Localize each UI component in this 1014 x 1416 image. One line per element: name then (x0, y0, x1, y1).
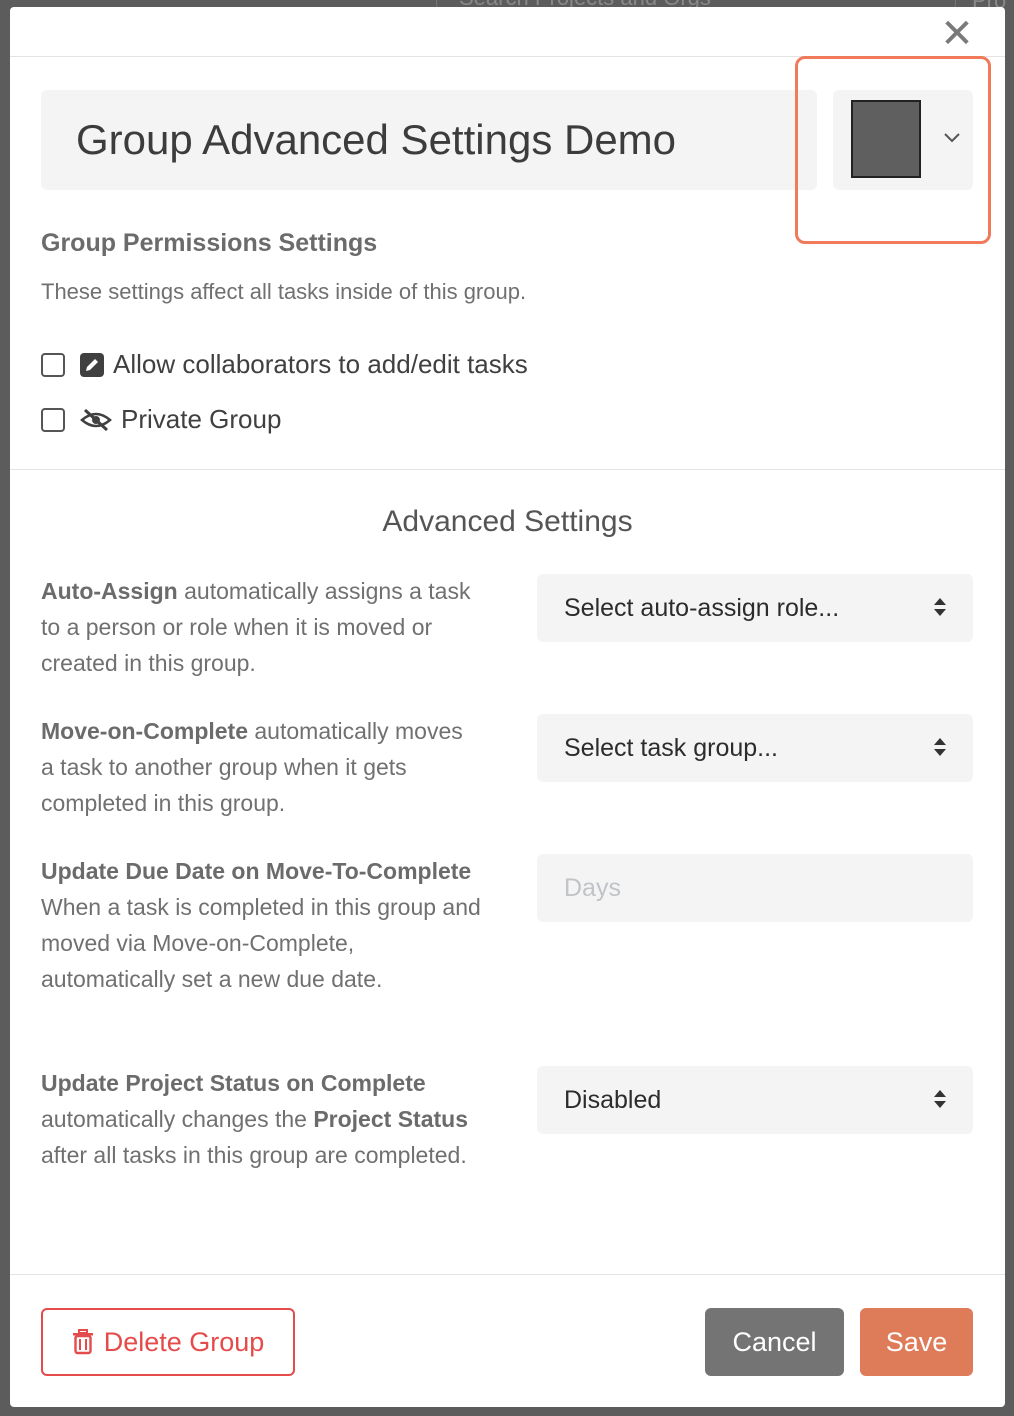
header-divider (10, 56, 1005, 57)
eye-slash-icon (80, 408, 112, 431)
sort-arrows-icon (934, 598, 946, 616)
permissions-title: Group Permissions Settings (41, 229, 378, 257)
section-divider (10, 469, 1005, 470)
project-status-label: Project Status (313, 1106, 468, 1132)
update-due-date-label: Update Due Date on Move-To-Complete (41, 858, 472, 884)
allow-collaborators-row: Allow collaborators to add/edit tasks (41, 349, 528, 380)
auto-assign-description: Auto-Assign automatically assigns a task… (41, 573, 481, 681)
allow-collaborators-checkbox[interactable] (41, 352, 65, 377)
update-project-status-label: Update Project Status on Complete (41, 1070, 426, 1096)
save-label: Save (885, 1326, 948, 1357)
update-due-date-description: Update Due Date on Move-To-Complete When… (41, 853, 481, 997)
project-status-select[interactable]: Disabled (537, 1066, 973, 1134)
group-settings-modal: ✕ Group Advanced Settings Demo Group Per… (10, 7, 1005, 1407)
private-group-label: Private Group (121, 404, 282, 434)
delete-group-label: Delete Group (103, 1326, 265, 1357)
delete-group-button[interactable]: Delete Group (41, 1308, 295, 1376)
due-date-days-input[interactable] (537, 854, 973, 922)
cancel-button[interactable]: Cancel (705, 1308, 844, 1376)
move-on-complete-description: Move-on-Complete automatically moves a t… (41, 713, 481, 821)
permissions-description: These settings affect all tasks inside o… (41, 279, 527, 304)
update-project-status-description: Update Project Status on Complete automa… (41, 1065, 481, 1173)
move-on-complete-select[interactable]: Select task group... (537, 714, 973, 782)
group-name-text: Group Advanced Settings Demo (76, 116, 677, 163)
advanced-settings-title: Advanced Settings (382, 505, 633, 538)
chevron-down-icon (944, 133, 960, 143)
color-swatch (851, 100, 921, 178)
group-name-field[interactable]: Group Advanced Settings Demo (41, 90, 817, 190)
close-icon[interactable]: ✕ (940, 14, 974, 54)
save-button[interactable]: Save (860, 1308, 973, 1376)
sort-arrows-icon (934, 738, 946, 756)
allow-collaborators-label: Allow collaborators to add/edit tasks (113, 349, 528, 379)
private-group-checkbox[interactable] (41, 407, 65, 432)
trash-icon (72, 1329, 93, 1355)
footer-divider (10, 1274, 1005, 1275)
move-on-complete-value: Select task group... (564, 733, 779, 762)
auto-assign-label: Auto-Assign (41, 578, 178, 604)
edit-icon (80, 352, 104, 377)
auto-assign-select[interactable]: Select auto-assign role... (537, 574, 973, 642)
group-color-picker[interactable] (833, 90, 973, 190)
sort-arrows-icon (934, 1090, 946, 1108)
auto-assign-value: Select auto-assign role... (564, 593, 840, 622)
move-on-complete-label: Move-on-Complete (41, 718, 248, 744)
update-project-status-text-2: after all tasks in this group are comple… (41, 1142, 467, 1168)
update-due-date-text: When a task is completed in this group a… (41, 894, 481, 992)
update-project-status-text-1: automatically changes the (41, 1106, 314, 1132)
project-status-value: Disabled (564, 1085, 662, 1114)
cancel-label: Cancel (732, 1326, 817, 1357)
private-group-row: Private Group (41, 404, 281, 435)
